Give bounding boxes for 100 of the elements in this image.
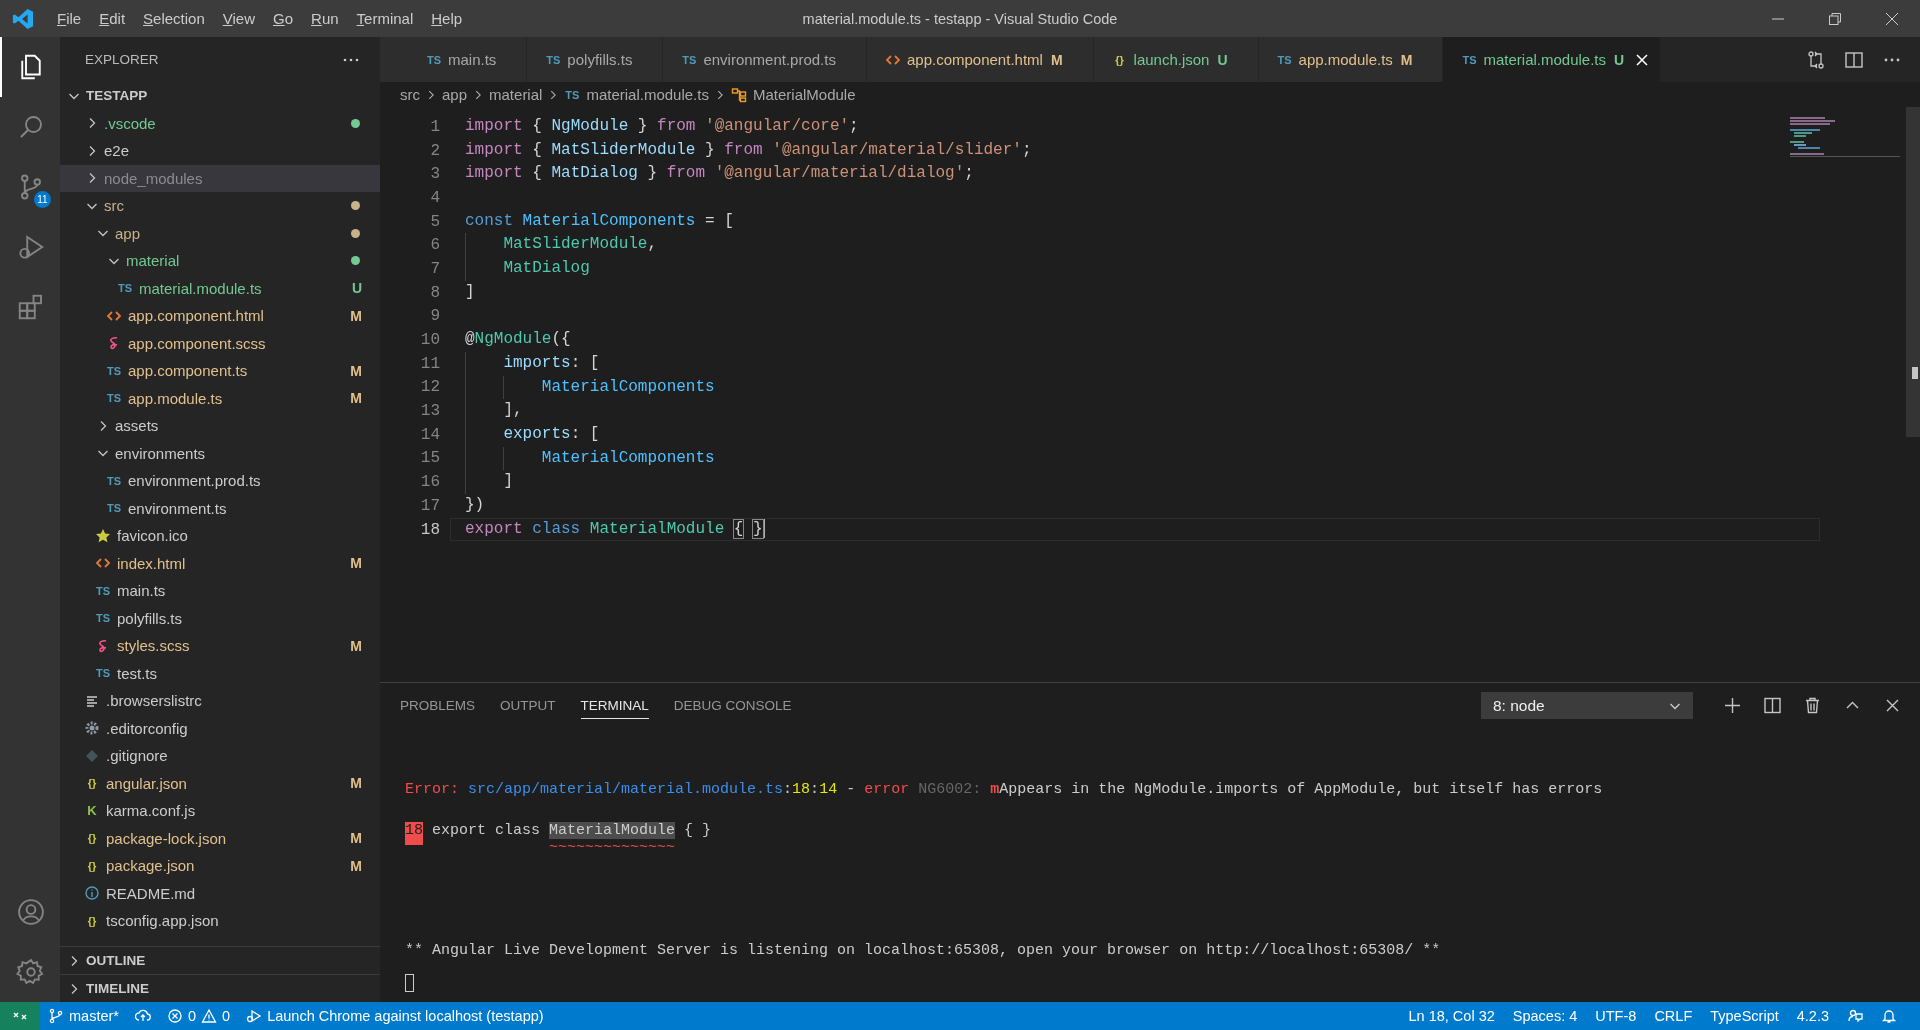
tree-item[interactable]: src xyxy=(60,192,380,220)
file-name: README.md xyxy=(106,884,196,902)
editor-tab[interactable]: TS material.module.ts U xyxy=(1443,37,1662,82)
code-line: imports: [ xyxy=(465,351,600,376)
file-name: .gitignore xyxy=(106,747,168,765)
launch-config[interactable]: Launch Chrome against localhost (testapp) xyxy=(267,1008,544,1024)
panel-tab[interactable]: OUTPUT xyxy=(500,692,556,719)
tree-item[interactable]: TS main.ts xyxy=(60,577,380,605)
line-number: 2 xyxy=(429,141,440,160)
split-editor-icon[interactable] xyxy=(1844,49,1864,70)
tree-item[interactable]: TS app.module.ts M xyxy=(60,384,380,412)
breadcrumb-item[interactable]: material xyxy=(489,86,543,103)
tree-item[interactable]: environments xyxy=(60,439,380,467)
status-item[interactable]: Spaces: 4 xyxy=(1503,1002,1587,1030)
typescript-file-icon: TS xyxy=(95,611,111,626)
editor-tab[interactable]: TS main.ts xyxy=(380,37,528,82)
scrollbar-thumb[interactable] xyxy=(1906,107,1920,437)
editor-tab[interactable]: TS app.module.ts M xyxy=(1258,37,1444,82)
tree-item[interactable]: e2e xyxy=(60,137,380,165)
tree-item[interactable]: .gitignore xyxy=(60,742,380,770)
tree-item[interactable]: material xyxy=(60,247,380,275)
panel-tab[interactable]: PROBLEMS xyxy=(400,692,476,719)
warning-count[interactable]: 0 xyxy=(222,1008,231,1024)
tree-item[interactable]: .editorconfig xyxy=(60,714,380,742)
restore-icon[interactable] xyxy=(1827,11,1842,26)
status-item[interactable]: 4.2.3 xyxy=(1787,1002,1838,1030)
editor-tab[interactable]: {} launch.json U xyxy=(1093,37,1259,82)
tree-item[interactable]: favicon.ico xyxy=(60,522,380,550)
warning-icon[interactable] xyxy=(201,1008,218,1024)
tree-item[interactable]: TESTAPP xyxy=(60,82,380,110)
tree-item[interactable]: {} package.json M xyxy=(60,852,380,880)
menu-item[interactable]: Run xyxy=(302,0,348,37)
breadcrumb-item[interactable]: MaterialModule xyxy=(730,86,856,103)
branch-name[interactable]: master* xyxy=(69,1008,119,1024)
file-name: styles.scss xyxy=(117,637,190,655)
tree-item[interactable]: TS environment.ts xyxy=(60,494,380,522)
file-name: material xyxy=(126,252,180,270)
tree-item[interactable]: TS material.module.ts U xyxy=(60,274,380,302)
section-header[interactable]: OUTLINE xyxy=(60,946,380,974)
error-icon[interactable] xyxy=(166,1008,183,1024)
tree-item[interactable]: {} package-lock.json M xyxy=(60,824,380,852)
compare-icon[interactable] xyxy=(1806,49,1826,70)
tree-item[interactable]: TS environment.prod.ts xyxy=(60,467,380,495)
tree-item[interactable]: app.component.html M xyxy=(60,302,380,330)
file-name: material.module.ts xyxy=(139,279,262,297)
editor-tab[interactable]: app.component.html M xyxy=(866,37,1094,82)
tree-item[interactable]: assets xyxy=(60,412,380,440)
tree-item[interactable]: README.md xyxy=(60,879,380,907)
error-count[interactable]: 0 xyxy=(187,1008,197,1024)
code-line: }) xyxy=(465,495,485,516)
branch-icon[interactable] xyxy=(48,1008,64,1024)
gear-icon xyxy=(84,720,100,737)
tree-item[interactable]: TS polyfills.ts xyxy=(60,604,380,632)
sync-icon[interactable] xyxy=(134,1008,151,1024)
panel-tab[interactable]: DEBUG CONSOLE xyxy=(673,692,792,719)
status-item[interactable]: UTF-8 xyxy=(1586,1002,1646,1030)
typescript-file-icon: TS xyxy=(106,501,122,516)
typescript-file-icon: TS xyxy=(106,473,122,488)
tree-item[interactable]: styles.scss M xyxy=(60,632,380,660)
breadcrumb-item[interactable]: src xyxy=(400,86,420,103)
panel-tab[interactable]: TERMINAL xyxy=(580,692,649,719)
tree-item[interactable]: {} tsconfig.app.json xyxy=(60,907,380,935)
tree-item[interactable]: node_modules xyxy=(60,164,380,192)
git-status: M xyxy=(350,307,362,324)
run-debug-icon[interactable] xyxy=(246,1008,263,1024)
minimap-drawing[interactable] xyxy=(1790,117,1900,157)
close-icon[interactable] xyxy=(1884,11,1899,26)
plus-icon[interactable] xyxy=(1723,696,1742,715)
menu-item[interactable]: Selection xyxy=(134,0,214,37)
menu-item[interactable]: Help xyxy=(422,0,472,37)
editor-tab[interactable]: TS environment.prod.ts xyxy=(663,37,867,82)
editor-tab[interactable]: TS polyfills.ts xyxy=(527,37,664,82)
menu-item[interactable]: Terminal xyxy=(347,0,423,37)
settings-icon[interactable] xyxy=(16,957,46,987)
status-item[interactable]: CRLF xyxy=(1645,1002,1702,1030)
run-debug-icon[interactable] xyxy=(16,232,46,262)
menu-item[interactable]: File xyxy=(48,0,91,37)
tree-item[interactable]: .vscode xyxy=(60,109,380,137)
tree-item[interactable]: {} angular.json M xyxy=(60,769,380,797)
menu-item[interactable]: Go xyxy=(264,0,303,37)
terminal-dropdown[interactable]: 8: node xyxy=(1481,692,1693,719)
tree-item[interactable]: app xyxy=(60,219,380,247)
tree-item[interactable]: TS app.component.ts M xyxy=(60,357,380,385)
menu-item[interactable]: View xyxy=(213,0,264,37)
tree-item[interactable]: TS test.ts xyxy=(60,659,380,687)
status-item[interactable]: TypeScript xyxy=(1701,1002,1788,1030)
tree-item[interactable]: K karma.conf.js xyxy=(60,797,380,825)
breadcrumb-item[interactable]: app xyxy=(442,86,468,103)
menu-item[interactable]: Edit xyxy=(90,0,135,37)
status-item[interactable]: Ln 18, Col 32 xyxy=(1399,1002,1504,1030)
split-terminal-icon[interactable] xyxy=(1763,696,1782,715)
close-icon[interactable] xyxy=(1634,51,1651,68)
tree-item[interactable]: app.component.scss xyxy=(60,329,380,357)
git-status: M xyxy=(350,555,362,572)
tree-item[interactable]: .browserslistrc xyxy=(60,687,380,715)
tree-item[interactable]: index.html M xyxy=(60,549,380,577)
breadcrumb-item[interactable]: TS material.module.ts xyxy=(564,86,709,103)
account-icon[interactable] xyxy=(16,897,46,927)
trash-icon[interactable] xyxy=(1803,696,1822,715)
typescript-file-icon: TS xyxy=(106,363,122,378)
